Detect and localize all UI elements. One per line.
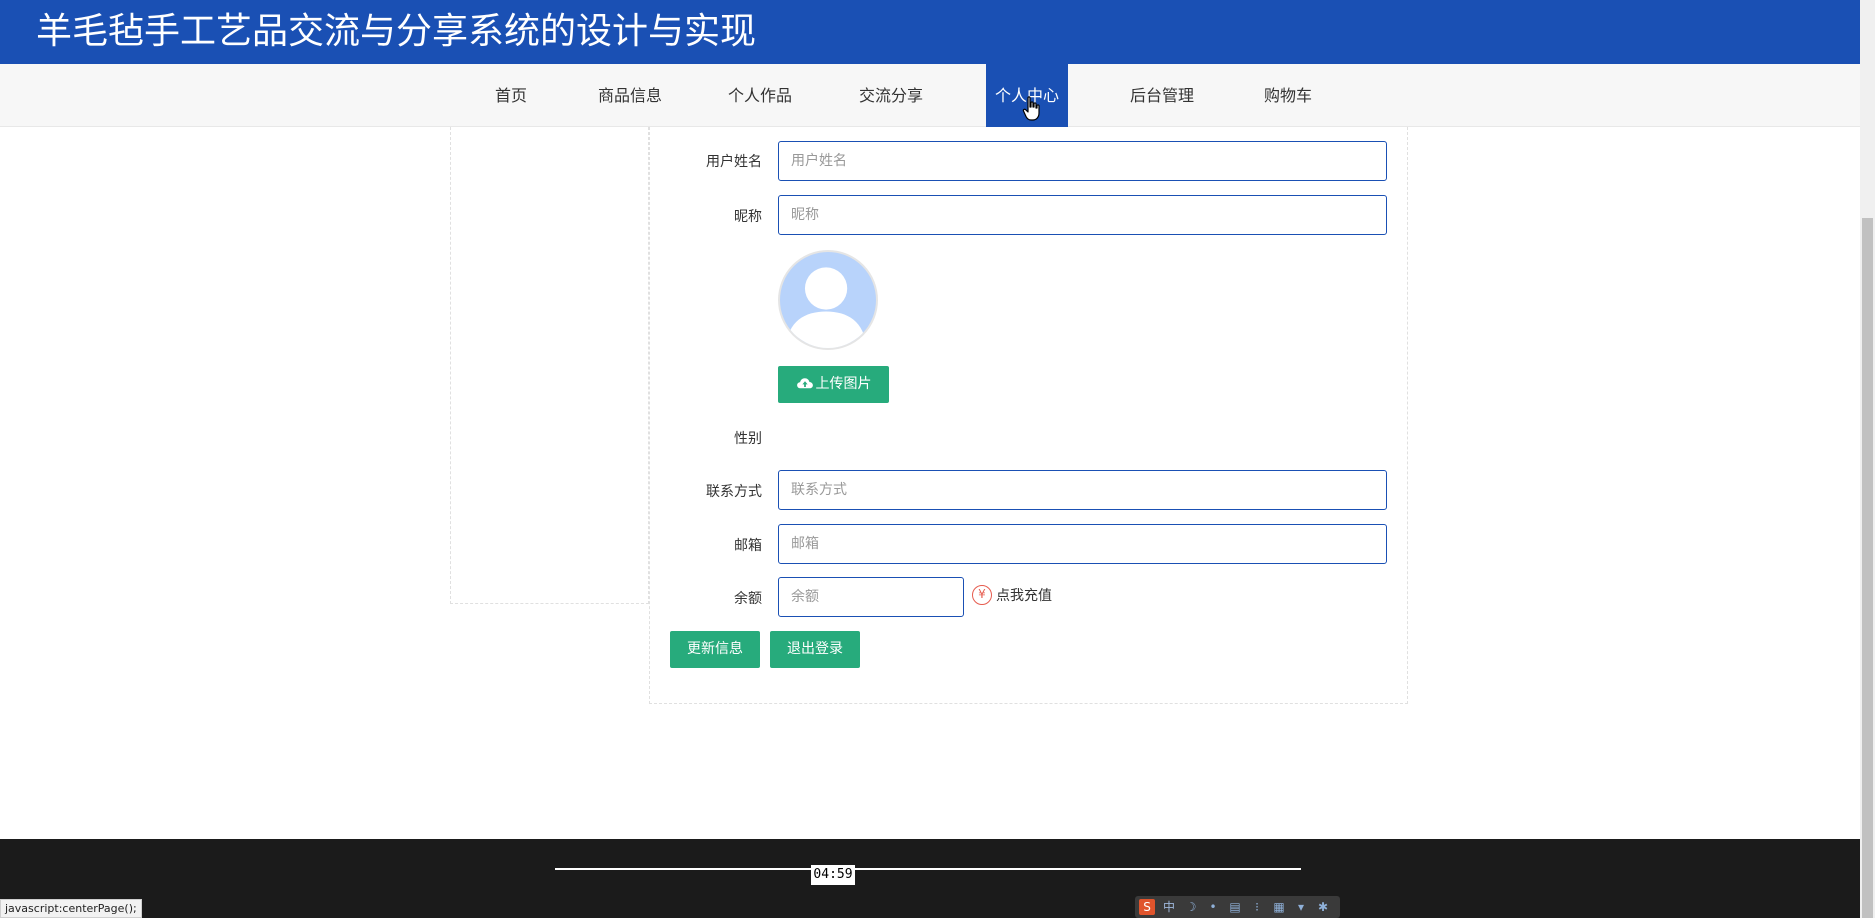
logout-button[interactable]: 退出登录 (770, 631, 860, 668)
status-url: javascript:centerPage(); (0, 899, 142, 918)
upload-image-button[interactable]: 上传图片 (778, 366, 889, 403)
nickname-input[interactable] (778, 195, 1387, 235)
email-label: 邮箱 (734, 538, 762, 554)
cloud-upload-icon (796, 378, 813, 389)
ime-mode-chinese[interactable]: 中 (1161, 899, 1177, 915)
balance-input[interactable] (778, 577, 964, 617)
update-info-button[interactable]: 更新信息 (670, 631, 760, 668)
divider-icon: ⁝ (1255, 900, 1259, 914)
nav-item-my-works[interactable]: 个人作品 (718, 64, 802, 127)
ime-logo-icon[interactable]: S (1139, 899, 1155, 915)
grid-icon[interactable]: ▦ (1271, 899, 1287, 915)
scrollbar-thumb[interactable] (1862, 218, 1873, 918)
nav-item-cart[interactable]: 购物车 (1255, 64, 1321, 127)
nickname-label: 昵称 (734, 209, 762, 225)
profile-side-panel (450, 127, 649, 604)
contact-label: 联系方式 (706, 484, 762, 500)
ime-toolbar: S 中 ☽ • ▤ ⁝ ▦ ▾ ✱ (1135, 896, 1340, 918)
balance-label: 余额 (734, 591, 762, 607)
nav-item-home[interactable]: 首页 (480, 64, 542, 127)
user-silhouette-icon (785, 267, 867, 348)
recharge-link[interactable]: ¥ 点我充值 (972, 584, 1052, 606)
main-nav: 首页 商品信息 个人作品 交流分享 个人中心 后台管理 购物车 (0, 64, 1860, 127)
footer-bar (0, 839, 1860, 918)
recharge-label: 点我充值 (996, 588, 1052, 604)
nav-item-profile[interactable]: 个人中心 (986, 64, 1068, 127)
email-input[interactable] (778, 524, 1387, 564)
moon-icon[interactable]: ☽ (1183, 899, 1199, 915)
nav-item-products[interactable]: 商品信息 (588, 64, 672, 127)
upload-image-label: 上传图片 (815, 376, 872, 392)
gear-icon[interactable]: ✱ (1315, 899, 1331, 915)
playback-progress-track[interactable] (555, 868, 1301, 870)
nav-item-admin[interactable]: 后台管理 (1120, 64, 1204, 127)
avatar (778, 250, 878, 350)
keyboard-icon[interactable]: ▤ (1227, 899, 1243, 915)
username-label: 用户姓名 (706, 154, 762, 170)
contact-input[interactable] (778, 470, 1387, 510)
gender-label: 性别 (734, 431, 762, 447)
site-header: 羊毛毡手工艺品交流与分享系统的设计与实现 (0, 0, 1860, 64)
site-title: 羊毛毡手工艺品交流与分享系统的设计与实现 (36, 11, 757, 52)
shirt-icon[interactable]: ▾ (1293, 899, 1309, 915)
username-input[interactable] (778, 141, 1387, 181)
playback-time: 04:59 (811, 865, 855, 885)
vertical-scrollbar[interactable] (1860, 0, 1875, 918)
yen-icon: ¥ (972, 585, 992, 605)
nav-item-share[interactable]: 交流分享 (849, 64, 933, 127)
punctuation-icon[interactable]: • (1205, 899, 1221, 915)
